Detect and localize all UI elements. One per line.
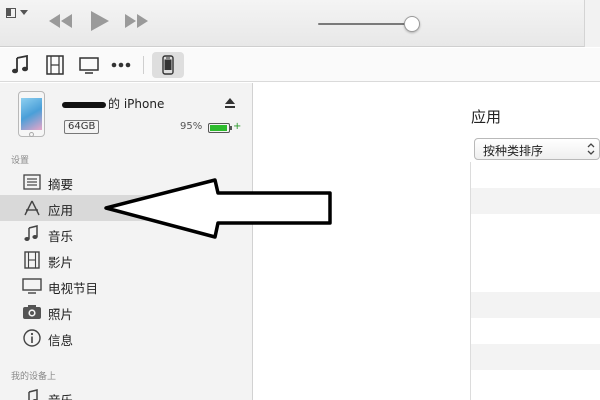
list-item[interactable] [471,188,600,214]
sidebar-item-label: 照片 [48,307,74,322]
film-icon [24,251,40,269]
device-button[interactable] [152,52,184,78]
list-item[interactable] [471,240,600,266]
tv-icon [22,278,42,294]
sidebar-item-info[interactable]: 信息 [0,325,253,351]
player-toolbar [0,0,600,47]
camera-icon [23,305,41,319]
list-item[interactable] [471,318,600,344]
sidebar-item-label: 音乐 [48,390,73,400]
sidebar-item-label: 音乐 [48,229,74,244]
page-title: 应用 [471,108,502,126]
sidebar-item-movies[interactable]: 影片 [0,247,253,273]
sidebar-item-photos[interactable]: 照片 [0,299,253,325]
summary-list-icon [23,174,41,190]
redacted-owner-name [62,101,106,108]
sidebar-item-label: 电视节目 [48,281,99,296]
music-note-icon [28,389,38,400]
sort-select[interactable]: 按种类排序 [474,138,600,160]
more-icon[interactable] [110,55,132,75]
app-list [470,162,600,400]
music-icon[interactable] [10,55,32,75]
sidebar-item-label: 摘要 [48,177,74,192]
on-device-heading: 我的设备上 [11,372,57,382]
sidebar-item-tv-shows[interactable]: 电视节目 [0,273,253,299]
iphone-icon [162,55,174,75]
list-item[interactable] [471,162,600,188]
sidebar-item-music[interactable]: 音乐 [0,221,253,247]
app-store-icon [24,200,40,216]
music-note-icon [24,225,38,241]
film-icon[interactable] [44,55,66,75]
sidebar-item-apps[interactable]: 应用 [0,195,253,221]
volume-slider[interactable] [318,16,420,32]
capacity-badge: 64GB [64,120,100,134]
info-icon [23,329,41,347]
device-name-label: 的 iPhone [108,97,165,111]
fast-forward-icon[interactable] [124,12,150,30]
battery-percent: 95% [180,121,203,132]
eject-icon[interactable] [224,97,236,109]
battery-icon [208,123,232,133]
sidebar-item-summary[interactable]: 摘要 [0,169,253,195]
up-down-arrows-icon [587,143,595,155]
device-name[interactable]: 的 iPhone [62,95,164,112]
sidebar: 的 iPhone 64GB 95% + 设置 摘要 应用 音乐 影片 电视节目 … [0,83,253,400]
volume-knob[interactable] [403,16,420,32]
battery-fill [210,125,227,131]
list-item[interactable] [471,344,600,370]
rewind-icon[interactable] [48,12,74,30]
sidebar-item-label: 影片 [48,255,74,270]
sort-select-value: 按种类排序 [483,144,544,158]
toolbar-status-area [584,0,600,47]
sidebar-item-label: 信息 [48,333,74,348]
play-icon[interactable] [89,10,111,32]
kind-separator [143,56,144,74]
iphone-thumbnail [18,91,45,137]
on-device-item-music[interactable]: 音乐 [0,385,253,400]
list-item[interactable] [471,292,600,318]
tv-icon[interactable] [78,55,100,75]
window-menu-icon[interactable] [6,8,32,22]
charging-icon: + [233,121,242,132]
settings-heading: 设置 [11,156,30,166]
sidebar-item-label: 应用 [48,203,74,218]
media-kind-bar [0,48,600,82]
